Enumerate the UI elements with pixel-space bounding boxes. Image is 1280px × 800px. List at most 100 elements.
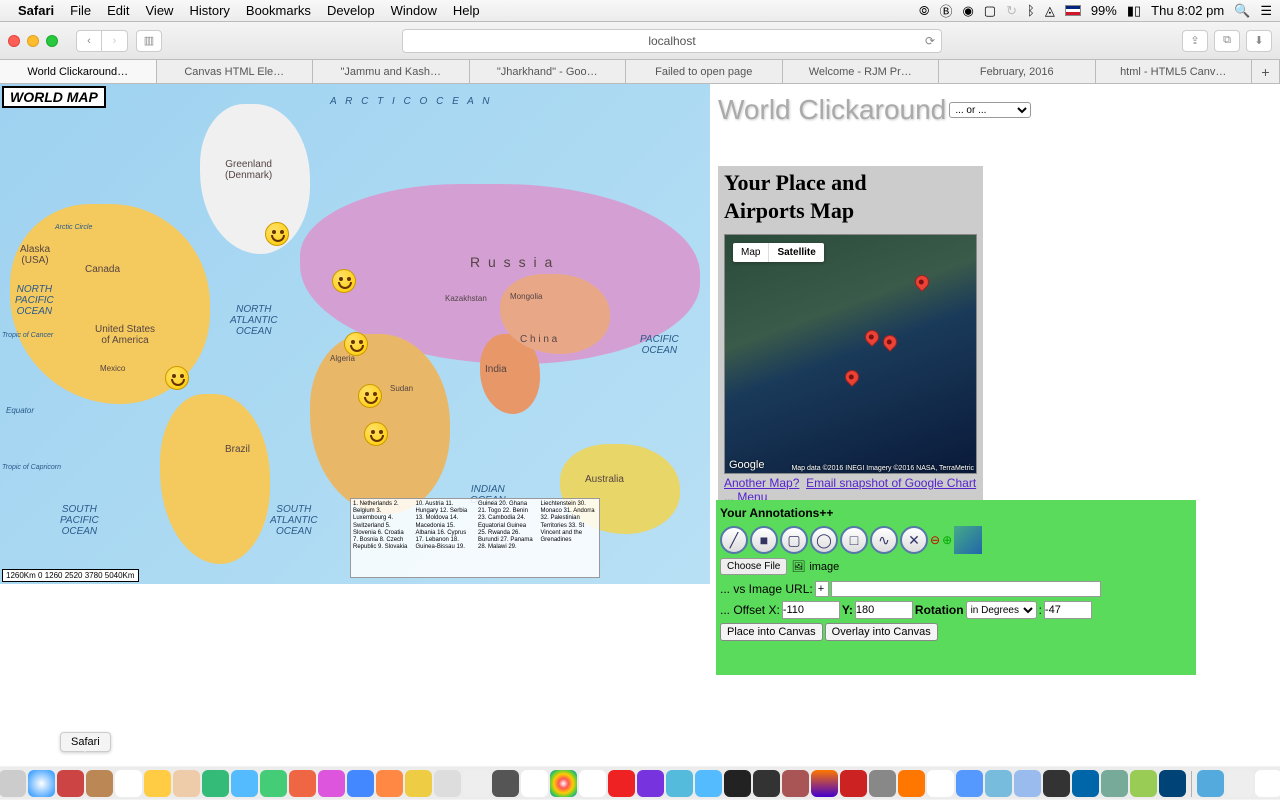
dock-icon-7[interactable] (144, 770, 171, 797)
flag-icon[interactable] (1065, 5, 1081, 16)
tab-6[interactable]: February, 2016 (939, 60, 1096, 83)
offset-x-input[interactable] (782, 601, 840, 619)
minus-icon[interactable]: ⊖ (930, 533, 940, 547)
dock-icon-8[interactable] (173, 770, 200, 797)
battery-pct[interactable]: 99% (1091, 3, 1117, 18)
dock-icon-35[interactable] (956, 770, 983, 797)
menu-develop[interactable]: Develop (327, 3, 375, 18)
tab-0[interactable]: World Clickaround… (0, 60, 157, 83)
dock-icon-17[interactable] (434, 770, 461, 797)
tool-clear-icon[interactable]: ✕ (900, 526, 928, 554)
satellite-btn[interactable]: Satellite (769, 243, 823, 262)
airplay-icon[interactable]: ▢ (984, 3, 996, 19)
rotation-value-input[interactable] (1044, 601, 1092, 619)
tool-line-icon[interactable]: ╱ (720, 526, 748, 554)
plus-icon[interactable]: ⊕ (942, 533, 952, 547)
map-pin-3[interactable] (880, 332, 900, 352)
dock-icon-16[interactable] (405, 770, 432, 797)
dock-web-icon[interactable] (1255, 770, 1280, 797)
dock-icon-41[interactable] (1130, 770, 1157, 797)
google-map[interactable]: Map Satellite Google Map data ©2016 INEG… (724, 234, 977, 474)
dock-icon-5[interactable] (86, 770, 113, 797)
dock-icon-42[interactable] (1159, 770, 1186, 797)
dock-icon-36[interactable] (985, 770, 1012, 797)
dock-icon-15[interactable] (376, 770, 403, 797)
back-button[interactable]: ‹ (76, 30, 102, 52)
dock-icon-38[interactable] (1043, 770, 1070, 797)
dock-folder-icon[interactable] (1197, 770, 1224, 797)
tool-rect-outline-icon[interactable]: ▢ (780, 526, 808, 554)
tab-3[interactable]: "Jharkhand" - Goo… (470, 60, 627, 83)
status-icon-1[interactable]: ⦾ (919, 3, 929, 19)
dock-icon-29[interactable] (782, 770, 809, 797)
dock-icon-18[interactable] (463, 770, 490, 797)
tab-2[interactable]: "Jammu and Kash… (313, 60, 470, 83)
another-map-link[interactable]: Another Map? (724, 476, 799, 490)
dock-icon-13[interactable] (318, 770, 345, 797)
dock-icon-11[interactable] (260, 770, 287, 797)
status-icon-3[interactable]: ◉ (962, 3, 973, 19)
menu-edit[interactable]: Edit (107, 3, 129, 18)
image-url-input[interactable] (831, 581, 1101, 597)
dock-icon-24[interactable] (637, 770, 664, 797)
dock-icon-34[interactable] (927, 770, 954, 797)
zoom-window[interactable] (46, 35, 58, 47)
or-select[interactable]: ... or ... (949, 102, 1031, 118)
clock[interactable]: Thu 8:02 pm (1151, 3, 1224, 18)
close-window[interactable] (8, 35, 20, 47)
dock-icon-9[interactable] (202, 770, 229, 797)
status-icon-2[interactable]: Ⓑ (939, 1, 952, 20)
sidebar-button[interactable]: ▥ (136, 30, 162, 52)
smiley-marker-1[interactable] (265, 222, 289, 246)
menu-help[interactable]: Help (453, 3, 480, 18)
smiley-marker-4[interactable] (165, 366, 189, 390)
dock-vlc-icon[interactable] (898, 770, 925, 797)
smiley-marker-3[interactable] (344, 332, 368, 356)
dock-safari-icon[interactable] (28, 770, 55, 797)
dock-icon-4[interactable] (57, 770, 84, 797)
dock-icon-19[interactable] (492, 770, 519, 797)
battery-icon[interactable]: ▮▯ (1127, 3, 1141, 19)
tab-7[interactable]: html - HTML5 Canv… (1096, 60, 1253, 83)
menu-history[interactable]: History (189, 3, 229, 18)
forward-button[interactable]: › (102, 30, 128, 52)
smiley-marker-5[interactable] (358, 384, 382, 408)
dock-icon-28[interactable] (753, 770, 780, 797)
dock-icon-6[interactable] (115, 770, 142, 797)
dock-launchpad-icon[interactable] (0, 770, 26, 797)
rotation-unit-select[interactable]: in Degrees (966, 601, 1037, 619)
dock-opera-icon[interactable] (608, 770, 635, 797)
dock-icon-25[interactable] (666, 770, 693, 797)
dock-icon-32[interactable] (869, 770, 896, 797)
tab-5[interactable]: Welcome - RJM Pr… (783, 60, 940, 83)
place-into-canvas-button[interactable]: Place into Canvas (720, 623, 823, 641)
map-pin-1[interactable] (912, 272, 932, 292)
dock-icon-40[interactable] (1101, 770, 1128, 797)
map-btn[interactable]: Map (733, 243, 769, 262)
tool-rect-fill-icon[interactable]: ■ (750, 526, 778, 554)
notification-icon[interactable]: ☰ (1260, 3, 1272, 19)
overlay-into-canvas-button[interactable]: Overlay into Canvas (825, 623, 938, 641)
menu-bookmarks[interactable]: Bookmarks (246, 3, 311, 18)
dock-chrome-icon[interactable] (550, 770, 577, 797)
dock-icon-20[interactable] (521, 770, 548, 797)
url-prefix-input[interactable] (815, 581, 829, 597)
smiley-marker-2[interactable] (332, 269, 356, 293)
world-map-canvas[interactable]: WORLD MAP A R C T I C O C E A N NORTH PA… (0, 84, 710, 584)
choose-file-button[interactable]: Choose File (720, 558, 787, 575)
dock-firefox-icon[interactable] (811, 770, 838, 797)
dock-icon-10[interactable] (231, 770, 258, 797)
timemachine-icon[interactable]: ↻ (1006, 3, 1017, 19)
dock-icon-37[interactable] (1014, 770, 1041, 797)
dock-icon-22[interactable] (579, 770, 606, 797)
share-button[interactable]: ⇪ (1182, 30, 1208, 52)
menu-window[interactable]: Window (391, 3, 437, 18)
dock-icon-12[interactable] (289, 770, 316, 797)
menu-app[interactable]: Safari (18, 3, 54, 18)
tool-circle-icon[interactable]: ◯ (810, 526, 838, 554)
menu-file[interactable]: File (70, 3, 91, 18)
tab-1[interactable]: Canvas HTML Ele… (157, 60, 314, 83)
map-pin-2[interactable] (862, 327, 882, 347)
smiley-marker-6[interactable] (364, 422, 388, 446)
wifi-icon[interactable]: ◬ (1045, 3, 1055, 19)
